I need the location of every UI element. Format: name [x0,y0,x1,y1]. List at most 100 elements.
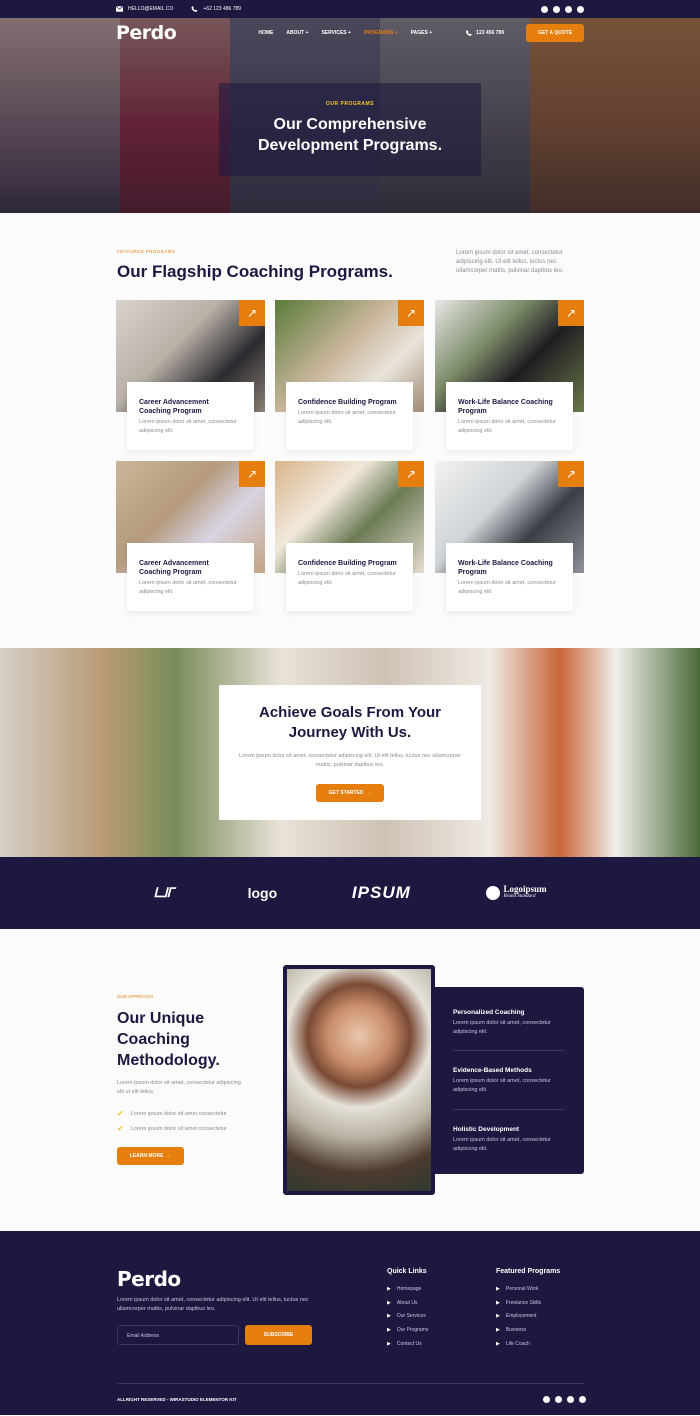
footer-link[interactable]: ▶ Homepage [387,1282,428,1296]
approach-eyebrow: OUR APPROACH [117,994,154,999]
nav-phone[interactable]: 123 456 789 [466,30,504,36]
top-bar: HELLO@EMAIL.CO +62 123 486 789 [0,0,700,18]
feature-title: Personalized Coaching [453,1009,525,1016]
feature-divider [453,1109,565,1110]
program-card[interactable]: ↗ Work-Life Balance Coaching Program Lor… [435,300,584,450]
partner-logos: ᒪᒧᒥ logo IPSUM Logoipsum Brand Standard [0,857,700,929]
program-title[interactable]: Work-Life Balance Coaching Program [458,398,561,416]
program-card[interactable]: ↗ Confidence Building Program Lorem ipsu… [275,300,424,450]
partner-logo-4-tagline: Brand Standard [503,894,536,899]
footer-link[interactable]: ▶ Our Services [387,1309,428,1323]
program-card-body: Confidence Building Program Lorem ipsum … [286,543,413,611]
nav-item-services[interactable]: SERVICES + [321,30,351,36]
feature-text: Lorem ipsum dolor sit amet, consectetur … [453,1020,551,1035]
program-card-body: Work-Life Balance Coaching Program Lorem… [446,543,573,611]
check-icon: ✔ [117,1109,124,1118]
partner-logo-4-name: Logoipsum [503,884,547,894]
arrow-up-right-icon[interactable]: ↗ [558,461,584,487]
arrow-up-right-icon[interactable]: ↗ [239,461,265,487]
featured-programs-title: Featured Programs [496,1268,561,1275]
arrow-up-right-icon[interactable]: ↗ [398,461,424,487]
facebook-icon[interactable] [541,5,548,13]
footer-link[interactable]: ▶ Employement [496,1309,560,1323]
pinterest-icon[interactable] [577,5,584,13]
featured-programs-list: ▶ Personal Work ▶ Freelance Skills ▶ Employ… [496,1282,560,1350]
pinterest-icon[interactable] [579,1396,586,1403]
chevron-right-icon: ▶ [496,1326,500,1333]
hero-heading-block: OUR PROGRAMS Our Comprehensive Developme… [0,101,700,156]
newsletter-email-input[interactable]: Email Address [117,1325,239,1345]
check-text: Lorem ipsum dolor sit amet consectetur [130,1125,227,1132]
program-text: Lorem ipsum dolor sit amet, consectetur … [298,571,396,586]
partner-logo-1-icon: ᒪᒧᒥ [153,885,173,900]
program-card[interactable]: ↗ Confidence Building Program Lorem ipsu… [275,461,424,611]
nav-item-home[interactable]: HOME [258,30,273,36]
footer-link-label: Homepage [396,1285,422,1292]
get-started-label: GET STARTED [328,790,364,796]
nav-item-pages[interactable]: PAGES + [411,30,432,36]
footer-link[interactable]: ▶ Personal Work [496,1282,560,1296]
arrow-up-right-icon[interactable]: ↗ [239,300,265,326]
quick-links-column: Quick Links ▶ Homepage ▶ About Us ▶ Our Ser… [387,1268,428,1350]
subscribe-button[interactable]: SUBSCRIBE [245,1325,312,1345]
program-card-body: Confidence Building Program Lorem ipsum … [286,382,413,450]
email-text: HELLO@EMAIL.CO [128,6,174,12]
approach-text: Lorem ipsum dolor sit amet, consectetur … [117,1080,241,1095]
approach-title-line3: Methodology. [117,1052,220,1069]
program-title[interactable]: Confidence Building Program [298,398,401,407]
footer-link[interactable]: ▶ Freelance Skills [496,1296,560,1310]
featured-programs-column: Featured Programs ▶ Personal Work ▶ Freela… [496,1268,560,1350]
program-title[interactable]: Career Advancement Coaching Program [139,559,242,577]
hero-eyebrow: OUR PROGRAMS [326,101,374,107]
footer-logo[interactable]: Perdo [117,1267,181,1291]
program-card[interactable]: ↗ Career Advancement Coaching Program Lo… [116,461,265,611]
approach-check-item: ✔ Lorem ipsum dolor sit amet consectetur [117,1124,227,1133]
nav-item-programs[interactable]: PROGRAMS + [364,30,398,36]
get-started-button[interactable]: GET STARTED → [316,784,384,802]
twitter-icon[interactable] [553,5,560,13]
feature-text: Lorem ipsum dolor sit amet, consectetur … [453,1078,551,1093]
approach-section: OUR APPROACH Our Unique Coaching Methodo… [0,929,700,1231]
arrow-up-right-icon[interactable]: ↗ [558,300,584,326]
program-card[interactable]: ↗ Work-Life Balance Coaching Program Lor… [435,461,584,611]
program-title[interactable]: Confidence Building Program [298,559,401,568]
phone-icon [191,6,198,12]
program-card[interactable]: ↗ Career Advancement Coaching Program Lo… [116,300,265,450]
get-a-quote-button[interactable]: GET A QUOTE [526,24,584,42]
phone-text: +62 123 486 789 [203,6,242,12]
footer-link-label: About Us [396,1299,418,1306]
feature-item: Holistic Development Lorem ipsum dolor s… [453,1126,565,1154]
footer-link[interactable]: ▶ About Us [387,1296,428,1310]
program-title[interactable]: Work-Life Balance Coaching Program [458,559,561,577]
approach-title-line1: Our Unique [117,1010,205,1027]
facebook-icon[interactable] [543,1396,550,1403]
twitter-icon[interactable] [555,1396,562,1403]
goals-title-line2: Journey With Us. [288,724,412,741]
coach-photo-image [287,969,431,1191]
partner-logo-4: Logoipsum Brand Standard [485,884,547,901]
youtube-icon[interactable] [565,5,572,13]
feature-item: Evidence-Based Methods Lorem ipsum dolor… [453,1067,565,1095]
methodology-features-panel: Personalized Coaching Lorem ipsum dolor … [420,987,584,1174]
phone-contact[interactable]: +62 123 486 789 [191,6,241,12]
program-card-body: Work-Life Balance Coaching Program Lorem… [446,382,573,450]
footer-link[interactable]: ▶ Our Programs [387,1323,428,1337]
learn-more-button[interactable]: LEARN MORE → [117,1147,184,1165]
program-card-body: Career Advancement Coaching Program Lore… [127,543,254,611]
site-logo[interactable]: Perdo [116,22,177,44]
youtube-icon[interactable] [567,1396,574,1403]
partner-logo-3: IPSUM [351,883,411,902]
arrow-up-right-icon[interactable]: ↗ [398,300,424,326]
hero-title-line2: Development Programs. [257,137,443,154]
feature-title: Holistic Development [453,1126,520,1133]
footer-link[interactable]: ▶ Contact Us [387,1337,428,1351]
nav-phone-number: 123 456 789 [476,30,504,36]
nav-item-about[interactable]: ABOUT + [286,30,308,36]
programs-section: FEATURED PROGRAMS Our Flagship Coaching … [0,213,700,648]
footer-link[interactable]: ▶ Business [496,1323,560,1337]
program-title[interactable]: Career Advancement Coaching Program [139,398,242,416]
goals-section: Achieve Goals From Your Journey With Us.… [0,648,700,857]
footer-link[interactable]: ▶ Life Coach [496,1337,560,1351]
program-text: Lorem ipsum dolor sit amet, consectetur … [298,410,396,425]
email-contact[interactable]: HELLO@EMAIL.CO [116,6,173,12]
